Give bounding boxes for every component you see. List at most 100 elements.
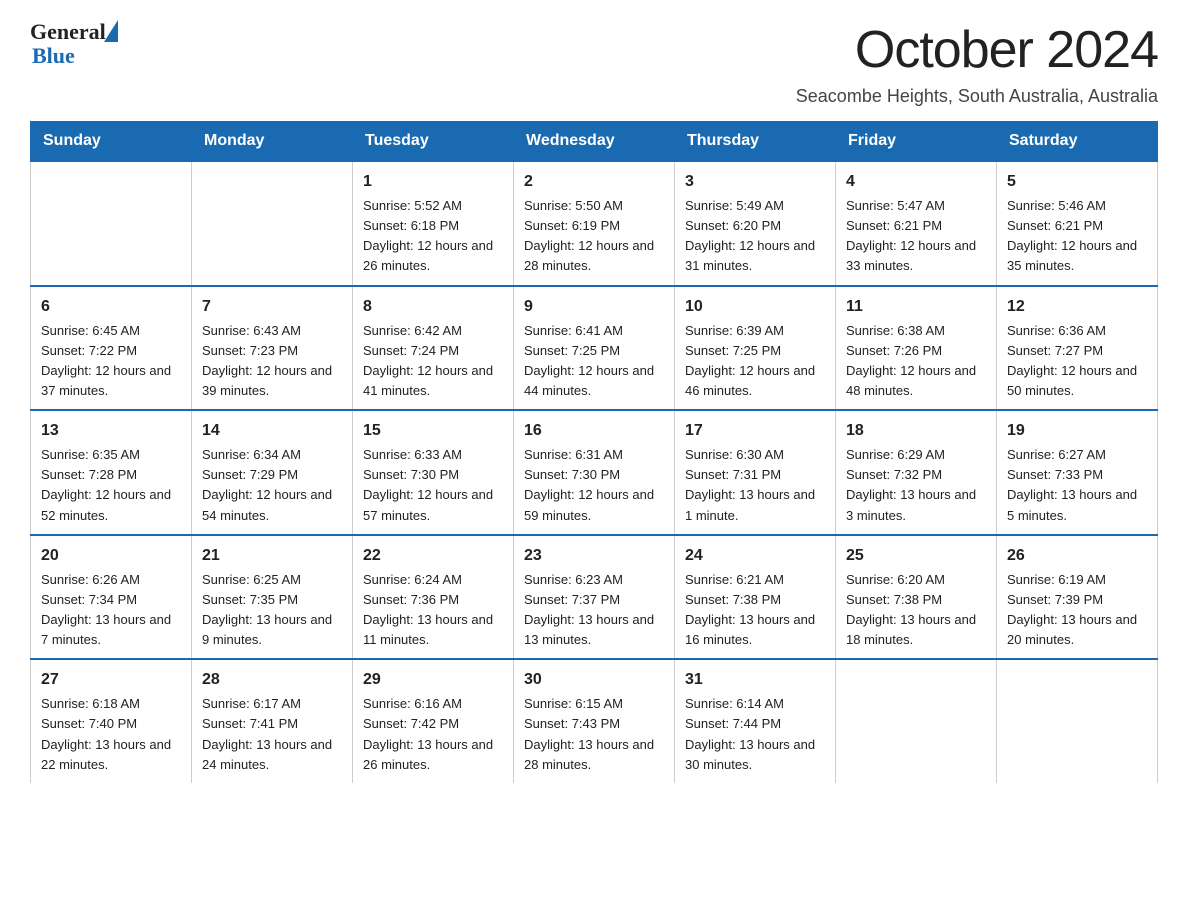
day-number: 9: [524, 295, 664, 319]
day-number: 28: [202, 668, 342, 692]
calendar-cell: 25Sunrise: 6:20 AMSunset: 7:38 PMDayligh…: [836, 535, 997, 660]
day-number: 11: [846, 295, 986, 319]
day-info: Sunrise: 5:50 AMSunset: 6:19 PMDaylight:…: [524, 196, 664, 277]
day-info: Sunrise: 6:31 AMSunset: 7:30 PMDaylight:…: [524, 445, 664, 526]
day-info: Sunrise: 6:29 AMSunset: 7:32 PMDaylight:…: [846, 445, 986, 526]
day-info: Sunrise: 6:41 AMSunset: 7:25 PMDaylight:…: [524, 321, 664, 402]
day-number: 31: [685, 668, 825, 692]
calendar-cell: 23Sunrise: 6:23 AMSunset: 7:37 PMDayligh…: [514, 535, 675, 660]
calendar-cell: 31Sunrise: 6:14 AMSunset: 7:44 PMDayligh…: [675, 659, 836, 783]
day-info: Sunrise: 6:38 AMSunset: 7:26 PMDaylight:…: [846, 321, 986, 402]
day-number: 12: [1007, 295, 1147, 319]
day-info: Sunrise: 6:16 AMSunset: 7:42 PMDaylight:…: [363, 694, 503, 775]
calendar-cell: 18Sunrise: 6:29 AMSunset: 7:32 PMDayligh…: [836, 410, 997, 535]
calendar-cell: 10Sunrise: 6:39 AMSunset: 7:25 PMDayligh…: [675, 286, 836, 411]
calendar-cell: 2Sunrise: 5:50 AMSunset: 6:19 PMDaylight…: [514, 161, 675, 286]
calendar-cell: 17Sunrise: 6:30 AMSunset: 7:31 PMDayligh…: [675, 410, 836, 535]
day-number: 15: [363, 419, 503, 443]
day-number: 2: [524, 170, 664, 194]
day-of-week-header: Saturday: [997, 122, 1158, 162]
day-info: Sunrise: 6:45 AMSunset: 7:22 PMDaylight:…: [41, 321, 181, 402]
day-number: 24: [685, 544, 825, 568]
day-info: Sunrise: 5:49 AMSunset: 6:20 PMDaylight:…: [685, 196, 825, 277]
day-info: Sunrise: 6:21 AMSunset: 7:38 PMDaylight:…: [685, 570, 825, 651]
calendar-cell: [997, 659, 1158, 783]
calendar-week-row: 20Sunrise: 6:26 AMSunset: 7:34 PMDayligh…: [31, 535, 1158, 660]
calendar-week-row: 27Sunrise: 6:18 AMSunset: 7:40 PMDayligh…: [31, 659, 1158, 783]
calendar-cell: 14Sunrise: 6:34 AMSunset: 7:29 PMDayligh…: [192, 410, 353, 535]
day-number: 10: [685, 295, 825, 319]
day-info: Sunrise: 6:25 AMSunset: 7:35 PMDaylight:…: [202, 570, 342, 651]
logo-general-text: General: [30, 20, 106, 44]
day-info: Sunrise: 5:46 AMSunset: 6:21 PMDaylight:…: [1007, 196, 1147, 277]
calendar-week-row: 6Sunrise: 6:45 AMSunset: 7:22 PMDaylight…: [31, 286, 1158, 411]
day-number: 30: [524, 668, 664, 692]
day-number: 17: [685, 419, 825, 443]
calendar-cell: 7Sunrise: 6:43 AMSunset: 7:23 PMDaylight…: [192, 286, 353, 411]
calendar-cell: 21Sunrise: 6:25 AMSunset: 7:35 PMDayligh…: [192, 535, 353, 660]
calendar-cell: 11Sunrise: 6:38 AMSunset: 7:26 PMDayligh…: [836, 286, 997, 411]
calendar-cell: 16Sunrise: 6:31 AMSunset: 7:30 PMDayligh…: [514, 410, 675, 535]
calendar-cell: 22Sunrise: 6:24 AMSunset: 7:36 PMDayligh…: [353, 535, 514, 660]
calendar-cell: 9Sunrise: 6:41 AMSunset: 7:25 PMDaylight…: [514, 286, 675, 411]
day-number: 25: [846, 544, 986, 568]
day-number: 21: [202, 544, 342, 568]
logo-triangle-icon: [104, 20, 118, 42]
day-info: Sunrise: 6:33 AMSunset: 7:30 PMDaylight:…: [363, 445, 503, 526]
calendar-cell: 3Sunrise: 5:49 AMSunset: 6:20 PMDaylight…: [675, 161, 836, 286]
day-number: 16: [524, 419, 664, 443]
day-info: Sunrise: 6:34 AMSunset: 7:29 PMDaylight:…: [202, 445, 342, 526]
day-of-week-header: Tuesday: [353, 122, 514, 162]
calendar-week-row: 13Sunrise: 6:35 AMSunset: 7:28 PMDayligh…: [31, 410, 1158, 535]
subtitle: Seacombe Heights, South Australia, Austr…: [30, 86, 1158, 107]
logo-blue-text: Blue: [32, 44, 118, 68]
day-number: 5: [1007, 170, 1147, 194]
calendar-cell: 26Sunrise: 6:19 AMSunset: 7:39 PMDayligh…: [997, 535, 1158, 660]
calendar-week-row: 1Sunrise: 5:52 AMSunset: 6:18 PMDaylight…: [31, 161, 1158, 286]
day-info: Sunrise: 5:52 AMSunset: 6:18 PMDaylight:…: [363, 196, 503, 277]
day-info: Sunrise: 6:26 AMSunset: 7:34 PMDaylight:…: [41, 570, 181, 651]
day-number: 20: [41, 544, 181, 568]
calendar-cell: [836, 659, 997, 783]
day-number: 14: [202, 419, 342, 443]
day-number: 27: [41, 668, 181, 692]
calendar-cell: [192, 161, 353, 286]
day-info: Sunrise: 6:23 AMSunset: 7:37 PMDaylight:…: [524, 570, 664, 651]
day-number: 18: [846, 419, 986, 443]
day-info: Sunrise: 6:36 AMSunset: 7:27 PMDaylight:…: [1007, 321, 1147, 402]
day-info: Sunrise: 5:47 AMSunset: 6:21 PMDaylight:…: [846, 196, 986, 277]
day-number: 29: [363, 668, 503, 692]
day-info: Sunrise: 6:15 AMSunset: 7:43 PMDaylight:…: [524, 694, 664, 775]
calendar-cell: 6Sunrise: 6:45 AMSunset: 7:22 PMDaylight…: [31, 286, 192, 411]
calendar-cell: 8Sunrise: 6:42 AMSunset: 7:24 PMDaylight…: [353, 286, 514, 411]
day-info: Sunrise: 6:20 AMSunset: 7:38 PMDaylight:…: [846, 570, 986, 651]
calendar-cell: 30Sunrise: 6:15 AMSunset: 7:43 PMDayligh…: [514, 659, 675, 783]
calendar-cell: 1Sunrise: 5:52 AMSunset: 6:18 PMDaylight…: [353, 161, 514, 286]
day-of-week-header: Monday: [192, 122, 353, 162]
day-info: Sunrise: 6:24 AMSunset: 7:36 PMDaylight:…: [363, 570, 503, 651]
day-of-week-header: Wednesday: [514, 122, 675, 162]
calendar-cell: 29Sunrise: 6:16 AMSunset: 7:42 PMDayligh…: [353, 659, 514, 783]
calendar-cell: 4Sunrise: 5:47 AMSunset: 6:21 PMDaylight…: [836, 161, 997, 286]
day-info: Sunrise: 6:43 AMSunset: 7:23 PMDaylight:…: [202, 321, 342, 402]
calendar-header-row: SundayMondayTuesdayWednesdayThursdayFrid…: [31, 122, 1158, 162]
calendar-cell: [31, 161, 192, 286]
day-info: Sunrise: 6:39 AMSunset: 7:25 PMDaylight:…: [685, 321, 825, 402]
day-number: 26: [1007, 544, 1147, 568]
day-info: Sunrise: 6:19 AMSunset: 7:39 PMDaylight:…: [1007, 570, 1147, 651]
calendar-table: SundayMondayTuesdayWednesdayThursdayFrid…: [30, 121, 1158, 783]
day-number: 7: [202, 295, 342, 319]
day-of-week-header: Thursday: [675, 122, 836, 162]
day-number: 1: [363, 170, 503, 194]
day-of-week-header: Sunday: [31, 122, 192, 162]
day-number: 19: [1007, 419, 1147, 443]
calendar-cell: 20Sunrise: 6:26 AMSunset: 7:34 PMDayligh…: [31, 535, 192, 660]
day-info: Sunrise: 6:27 AMSunset: 7:33 PMDaylight:…: [1007, 445, 1147, 526]
calendar-cell: 15Sunrise: 6:33 AMSunset: 7:30 PMDayligh…: [353, 410, 514, 535]
title-block: October 2024: [855, 20, 1158, 80]
calendar-cell: 19Sunrise: 6:27 AMSunset: 7:33 PMDayligh…: [997, 410, 1158, 535]
day-info: Sunrise: 6:30 AMSunset: 7:31 PMDaylight:…: [685, 445, 825, 526]
day-info: Sunrise: 6:18 AMSunset: 7:40 PMDaylight:…: [41, 694, 181, 775]
logo: General Blue: [30, 20, 118, 68]
calendar-cell: 13Sunrise: 6:35 AMSunset: 7:28 PMDayligh…: [31, 410, 192, 535]
